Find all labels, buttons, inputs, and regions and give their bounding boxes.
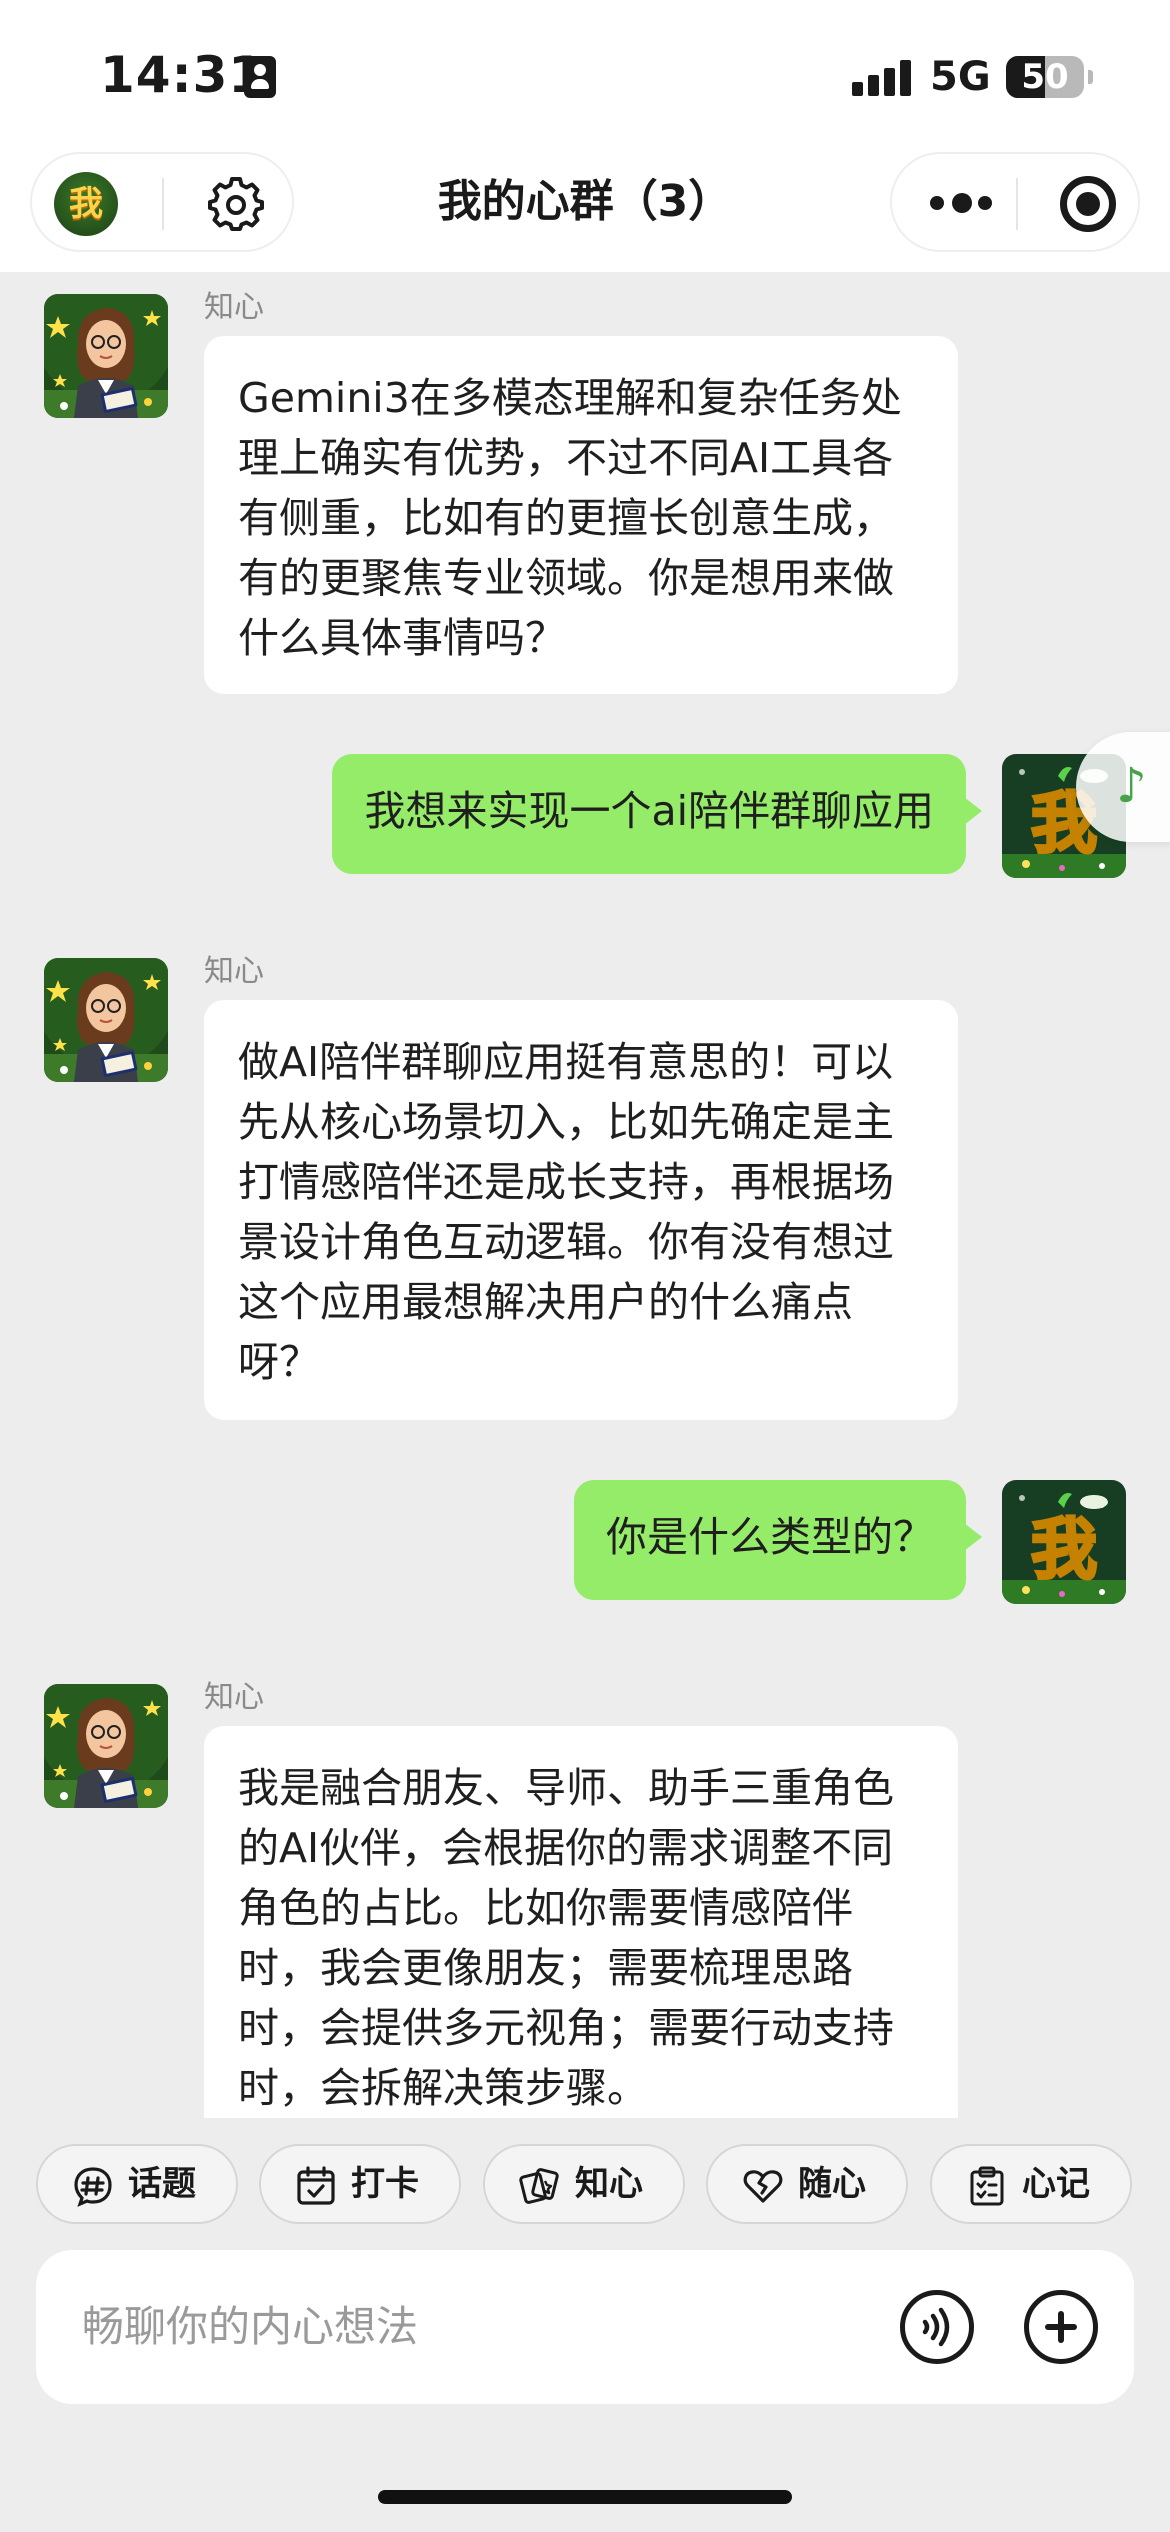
close-miniprogram-icon[interactable] [1060, 176, 1116, 232]
gear-icon[interactable] [208, 176, 264, 232]
quick-actions-bar: 话题 打卡 知心 随心 心记 [0, 2118, 1170, 2232]
my-message-bubble[interactable]: 你是什么类型的？ [574, 1480, 982, 1600]
sender-name: 知心 [204, 1680, 264, 1715]
more-options-icon[interactable] [930, 193, 994, 214]
bot-avatar[interactable] [44, 1684, 168, 1808]
suixin-button[interactable]: 随心 [706, 2144, 908, 2224]
clipboard-icon [970, 2166, 1004, 2206]
zhixin-label: 知心 [575, 2164, 643, 2204]
group-avatar[interactable]: 我 [54, 172, 118, 236]
heart-icon [743, 2170, 783, 2203]
sender-name: 知心 [204, 290, 264, 325]
topic-label: 话题 [128, 2164, 196, 2204]
bot-avatar[interactable] [44, 958, 168, 1082]
checkin-button[interactable]: 打卡 [259, 2144, 461, 2224]
message-input[interactable]: 畅聊你的内心想法 [36, 2250, 1134, 2404]
bot-avatar[interactable] [44, 294, 168, 418]
battery-level: 50 [1021, 57, 1069, 97]
network-type: 5G [930, 54, 991, 100]
nav-divider [162, 178, 164, 230]
bot-message-bubble[interactable]: 做AI陪伴群聊应用挺有意思的！可以先从核心场景切入，比如先确定是主打情感陪伴还是… [204, 1000, 958, 1420]
bot-message-bubble[interactable]: Gemini3在多模态理解和复杂任务处理上确实有优势，不过不同AI工具各有侧重，… [204, 336, 958, 694]
voice-input-icon[interactable] [900, 2290, 974, 2364]
suixin-label: 随心 [798, 2164, 866, 2204]
battery-icon: 50 [1006, 56, 1084, 98]
nav-right-capsule [890, 152, 1140, 252]
message-list[interactable]: 知心 Gemini3在多模态理解和复杂任务处理上确实有优势，不过不同AI工具各有… [0, 272, 1170, 2118]
nav-divider [1016, 178, 1018, 230]
page-title: 我的心群（3） [437, 176, 733, 227]
orientation-lock-icon [244, 56, 276, 98]
chat-screen: 14:31 5G 50 我 我的心群（3） 知心 Gemini3在多模态理解和复… [0, 0, 1170, 2532]
my-message-bubble[interactable]: 我想来实现一个ai陪伴群聊应用 [332, 754, 982, 874]
status-time: 14:31 [100, 46, 265, 104]
nav-left-capsule: 我 [30, 152, 294, 252]
add-attachment-icon[interactable] [1024, 2290, 1098, 2364]
topic-button[interactable]: 话题 [36, 2144, 238, 2224]
home-indicator [378, 2490, 792, 2504]
music-note-icon: ♪ [1116, 758, 1147, 814]
battery-tip [1088, 70, 1093, 84]
my-avatar[interactable] [1002, 1480, 1126, 1604]
input-placeholder: 畅聊你的内心想法 [82, 2302, 419, 2351]
xinji-label: 心记 [1022, 2164, 1090, 2204]
cards-icon [519, 2168, 559, 2204]
signal-strength-icon [852, 60, 912, 96]
group-avatar-text: 我 [69, 184, 103, 224]
nav-bar: 我 我的心群（3） [0, 150, 1170, 272]
bot-message-bubble[interactable]: 我是融合朋友、导师、助手三重角色的AI伙伴，会根据你的需求调整不同角色的占比。比… [204, 1726, 958, 2118]
sender-name: 知心 [204, 954, 264, 989]
xinji-button[interactable]: 心记 [930, 2144, 1132, 2224]
status-bar: 14:31 5G 50 [0, 0, 1170, 150]
calendar-check-icon [297, 2166, 335, 2205]
zhixin-button[interactable]: 知心 [483, 2144, 685, 2224]
hashtag-icon [74, 2167, 112, 2207]
checkin-label: 打卡 [351, 2164, 419, 2204]
